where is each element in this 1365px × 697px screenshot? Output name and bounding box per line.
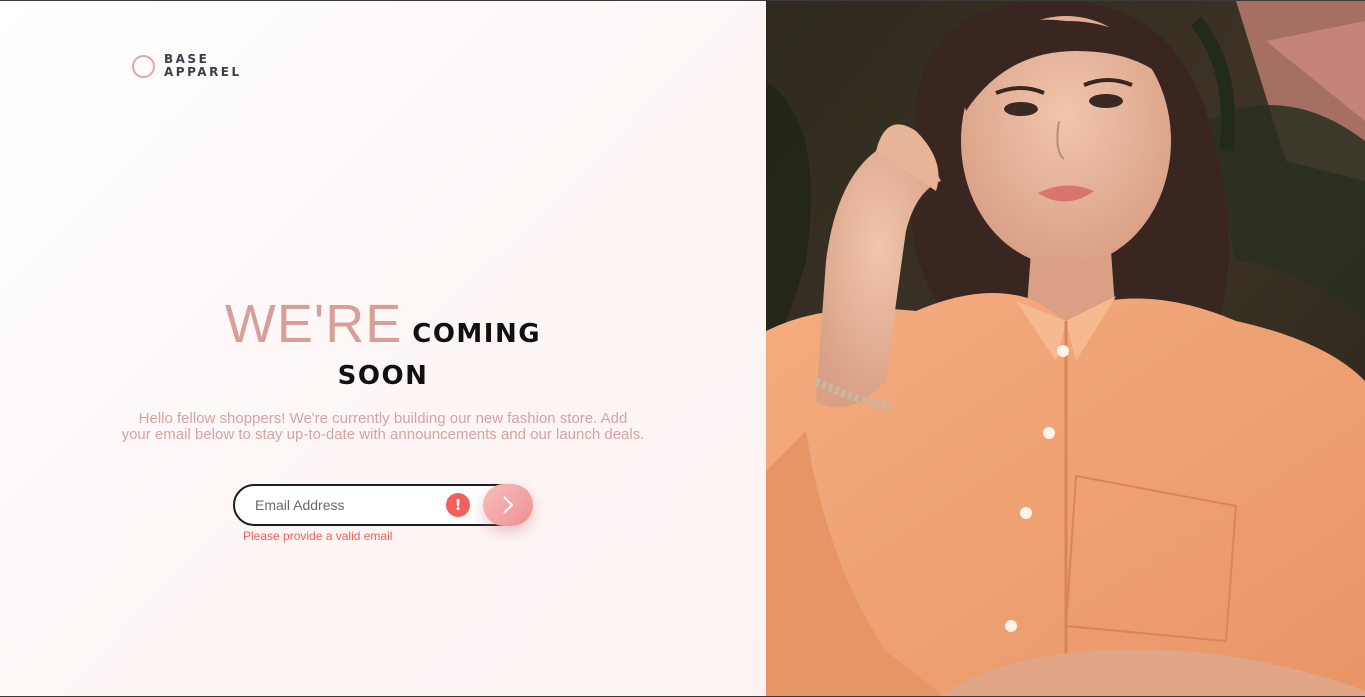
- submit-button[interactable]: [483, 484, 533, 526]
- title-line-2: SOON: [337, 361, 429, 391]
- coming-soon-page: BASE APPAREL WE'RE COMING SOON Hello fell…: [0, 0, 1365, 697]
- intro-line-2: your email below to stay up-to-date with…: [121, 426, 645, 443]
- subscribe-form: !: [233, 484, 533, 526]
- title-light-word: WE'RE: [224, 294, 403, 354]
- logo-ring-icon: [132, 54, 155, 78]
- title-bold-word: COMING: [412, 319, 542, 349]
- hero-image: [766, 1, 1365, 696]
- title-line-1: WE'RE COMING: [0, 293, 766, 357]
- content-panel: BASE APPAREL WE'RE COMING SOON Hello fell…: [0, 1, 766, 696]
- intro-line-1: Hello fellow shoppers! We're currently b…: [138, 410, 628, 427]
- logo-wordmark: BASE APPAREL: [164, 53, 242, 79]
- error-message: Please provide a valid email: [243, 529, 393, 543]
- chevron-right-icon: [503, 496, 514, 514]
- email-field[interactable]: [233, 484, 523, 526]
- page-title: WE'RE COMING SOON: [0, 293, 766, 391]
- error-icon: !: [446, 493, 470, 517]
- logo-line-2: APPAREL: [164, 65, 242, 79]
- intro-text: Hello fellow shoppers! We're currently b…: [95, 411, 671, 443]
- brand-logo[interactable]: BASE APPAREL: [132, 53, 242, 79]
- woman-portrait-photo: [766, 1, 1365, 696]
